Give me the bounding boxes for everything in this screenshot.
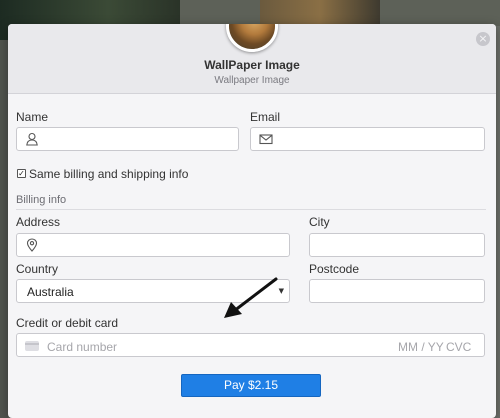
card-cvc-placeholder: CVC (446, 340, 472, 354)
close-icon[interactable]: × (476, 32, 490, 46)
envelope-icon (259, 134, 273, 145)
background-overlay (0, 40, 8, 418)
card-number-placeholder: Card number (47, 340, 118, 354)
city-label: City (309, 215, 330, 229)
email-label: Email (250, 110, 281, 124)
checkout-modal: × WallPaper Image Wallpaper Image Name E… (8, 24, 496, 418)
name-field[interactable] (16, 127, 239, 151)
postcode-field[interactable] (309, 279, 485, 303)
country-label: Country (16, 262, 59, 276)
section-divider (16, 209, 486, 210)
card-label: Credit or debit card (16, 316, 119, 330)
country-selected-value: Australia (27, 285, 74, 299)
credit-card-icon (25, 341, 39, 351)
shop-title: WallPaper Image (204, 58, 300, 72)
address-field[interactable] (16, 233, 290, 257)
user-icon (26, 132, 38, 146)
card-expiry-placeholder: MM / YY (398, 340, 444, 354)
same-info-label: Same billing and shipping info (29, 167, 189, 181)
address-label: Address (16, 215, 61, 229)
annotation-arrow-icon (224, 277, 278, 318)
city-field[interactable] (309, 233, 485, 257)
email-field[interactable] (250, 127, 485, 151)
background-photo (260, 0, 380, 26)
billing-section-title: Billing info (16, 194, 67, 206)
card-field[interactable]: Card number MM / YY CVC (16, 333, 485, 357)
map-pin-icon (26, 238, 38, 252)
same-info-checkbox[interactable]: ✓ (17, 169, 26, 178)
pay-button[interactable]: Pay $2.15 (181, 374, 321, 397)
postcode-label: Postcode (309, 262, 360, 276)
name-label: Name (16, 110, 49, 124)
shop-subtitle: Wallpaper Image (214, 75, 290, 86)
